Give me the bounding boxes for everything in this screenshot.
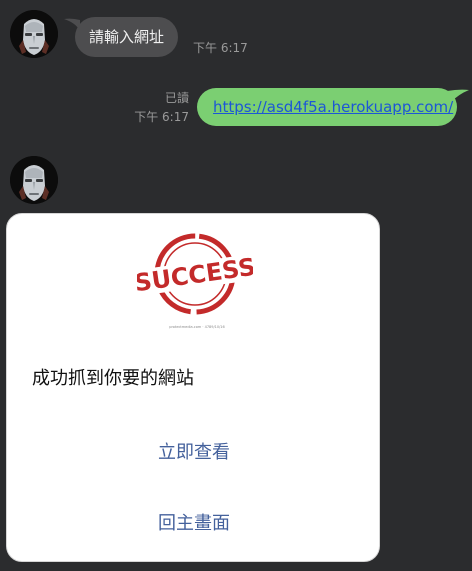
read-receipt: 已讀 xyxy=(164,91,189,105)
outgoing-bubble-tail xyxy=(447,89,469,102)
outgoing-message-bubble: https://asd4f5a.herokuapp.com/ xyxy=(197,88,457,126)
stamp-caption: protectmedia.com · 4789/10/16 xyxy=(169,325,225,329)
outgoing-message-time: 下午 6:17 xyxy=(134,110,189,124)
robot-face-icon xyxy=(10,10,58,58)
stamp-text: SUCCESS xyxy=(137,253,253,298)
outgoing-link[interactable]: https://asd4f5a.herokuapp.com/ xyxy=(213,98,453,116)
incoming-message-text: 請輸入網址 xyxy=(89,28,165,46)
message-card: SUCCESS protectmedia.com · 4789/10/16 成功… xyxy=(6,213,380,562)
robot-face-icon xyxy=(10,156,58,204)
back-to-main-button[interactable]: 回主畫面 xyxy=(7,509,379,535)
bot-avatar[interactable] xyxy=(10,10,58,58)
card-body-text: 成功抓到你要的網站 xyxy=(32,368,194,389)
success-stamp-icon: SUCCESS protectmedia.com · 4789/10/16 xyxy=(137,233,253,329)
view-now-button[interactable]: 立即查看 xyxy=(7,438,379,464)
bot-avatar[interactable] xyxy=(10,156,58,204)
incoming-message-bubble: 請輸入網址 xyxy=(75,17,179,57)
incoming-message-time: 下午 6:17 xyxy=(193,41,248,55)
